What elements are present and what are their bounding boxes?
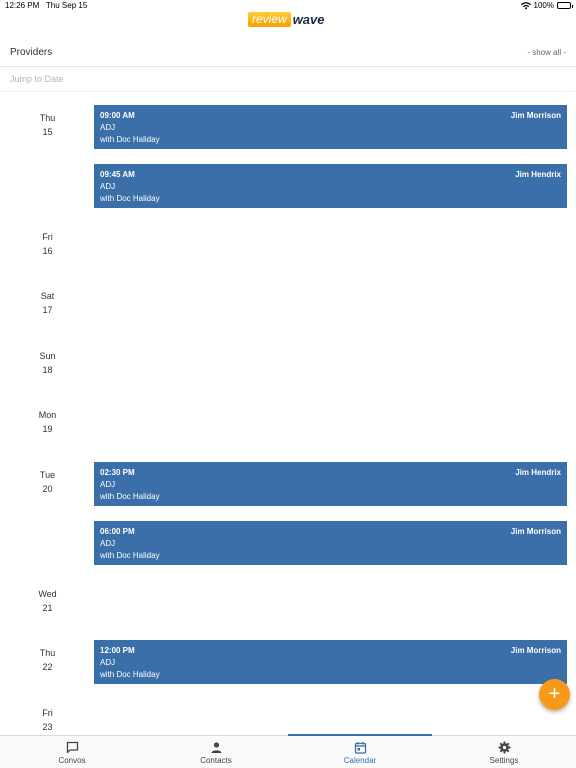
- appointment-provider: Jim Morrison: [510, 527, 561, 536]
- appointment-time: 09:45 AM: [100, 170, 135, 179]
- plus-icon: +: [548, 683, 561, 705]
- day-label: Thu 22: [39, 648, 56, 672]
- day-label: Sun 18: [39, 351, 56, 375]
- appointment-card[interactable]: 09:45 AM Jim Hendrix ADJ with Doc Halida…: [94, 164, 567, 208]
- appointment-card[interactable]: 12:00 PM Jim Morrison ADJ with Doc Halid…: [94, 640, 567, 684]
- day-label: Fri 16: [42, 232, 53, 256]
- status-date: Thu Sep 15: [45, 1, 88, 10]
- tab-label: Contacts: [200, 756, 232, 765]
- appointment-time: 09:00 AM: [100, 111, 135, 120]
- appointment-type: ADJ: [100, 182, 116, 191]
- appointment-time: 12:00 PM: [100, 646, 135, 655]
- day-label: Thu 15: [39, 113, 56, 137]
- tab-label: Calendar: [343, 756, 377, 765]
- battery-icon: [557, 2, 573, 9]
- jump-to-date-row: [0, 71, 576, 92]
- appointment-type: ADJ: [100, 539, 116, 548]
- day-label: Sat 17: [40, 291, 55, 315]
- appointment-with: with Doc Haliday: [100, 670, 160, 679]
- logo-wave-text: wave: [292, 12, 325, 27]
- tab-contacts[interactable]: Contacts: [144, 736, 288, 768]
- status-right: 100%: [520, 1, 573, 10]
- person-icon: [211, 742, 221, 753]
- appointment-card[interactable]: 06:00 PM Jim Morrison ADJ with Doc Halid…: [94, 521, 567, 565]
- tab-calendar[interactable]: Calendar: [288, 734, 432, 768]
- appointment-type: ADJ: [100, 480, 116, 489]
- appointment-type: ADJ: [100, 658, 116, 667]
- tab-label: Settings: [489, 756, 519, 765]
- battery-percent: 100%: [533, 1, 554, 10]
- bottom-tab-bar: Convos Contacts Calendar Settings: [0, 734, 576, 768]
- appointment-card[interactable]: 09:00 AM Jim Morrison ADJ with Doc Halid…: [94, 105, 567, 149]
- appointment-provider: Jim Morrison: [510, 646, 561, 655]
- day-label: Wed 21: [38, 589, 57, 613]
- tab-convos[interactable]: Convos: [0, 736, 144, 768]
- show-all-link[interactable]: - show all -: [527, 48, 566, 57]
- appointment-provider: Jim Morrison: [510, 111, 561, 120]
- chat-icon: [66, 741, 78, 754]
- appointment-time: 06:00 PM: [100, 527, 135, 536]
- providers-label: Providers: [10, 47, 53, 58]
- calendar-icon: [354, 742, 366, 754]
- day-label: Tue 20: [39, 470, 56, 494]
- appointment-provider: Jim Hendrix: [515, 468, 561, 477]
- appointment-with: with Doc Haliday: [100, 135, 160, 144]
- day-label: Fri 23: [42, 708, 53, 732]
- appointment-with: with Doc Haliday: [100, 492, 160, 501]
- appointment-card[interactable]: 02:30 PM Jim Hendrix ADJ with Doc Halida…: [94, 462, 567, 506]
- app-logo: review wave: [248, 11, 325, 28]
- appointment-with: with Doc Haliday: [100, 551, 160, 560]
- providers-row: Providers - show all -: [0, 42, 576, 67]
- gear-icon: [498, 741, 510, 754]
- add-appointment-button[interactable]: +: [539, 679, 570, 710]
- status-time: 12:26 PM Thu Sep 15: [5, 1, 88, 10]
- appointment-with: with Doc Haliday: [100, 194, 160, 203]
- appointment-provider: Jim Hendrix: [515, 170, 561, 179]
- logo-review-text: review: [248, 12, 291, 27]
- day-label: Mon 19: [38, 410, 57, 434]
- wifi-icon: [520, 1, 531, 9]
- appointment-type: ADJ: [100, 123, 116, 132]
- tab-label: Convos: [58, 756, 86, 765]
- jump-to-date-input[interactable]: [10, 74, 310, 84]
- appointment-time: 02:30 PM: [100, 468, 135, 477]
- tab-settings[interactable]: Settings: [432, 736, 576, 768]
